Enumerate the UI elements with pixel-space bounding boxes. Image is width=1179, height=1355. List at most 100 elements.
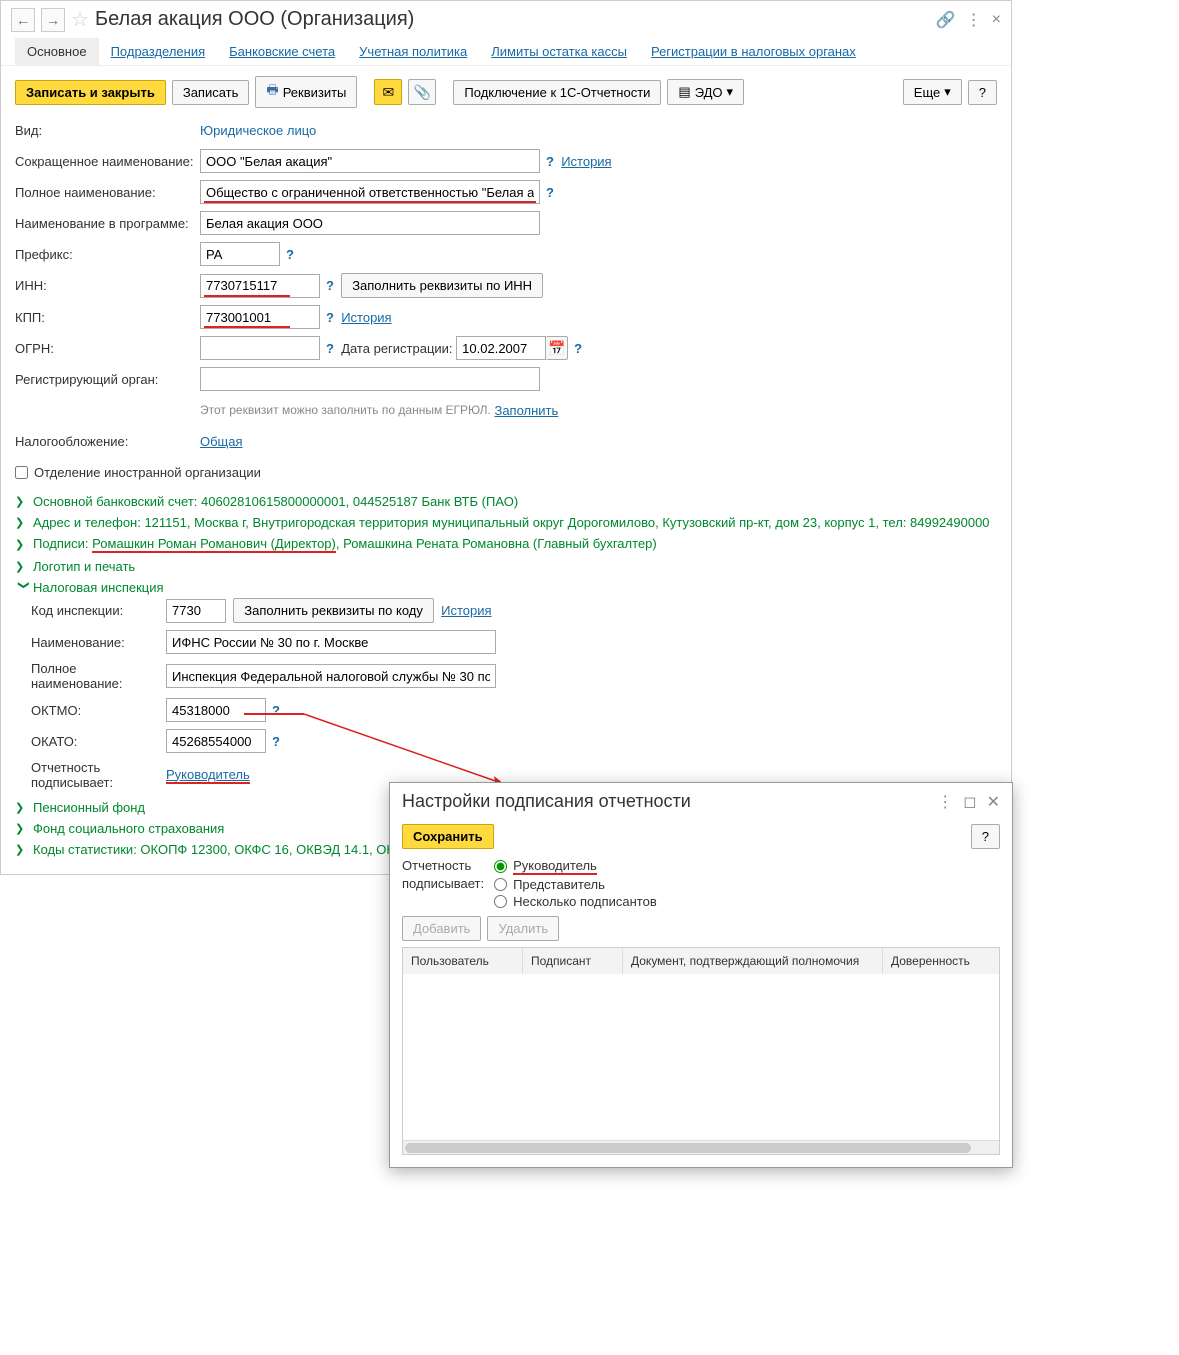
favorite-icon[interactable]: ☆ [71,7,89,32]
help-icon[interactable]: ? [546,185,554,200]
help-icon[interactable]: ? [326,341,334,356]
edo-button[interactable]: ▤ ЭДО ▾ [667,79,744,105]
tab-bank-accounts[interactable]: Банковские счета [217,38,347,65]
save-button[interactable]: Записать [172,80,250,105]
titlebar: ← → ☆ Белая акация ООО (Организация) 🔗 ⋮… [1,1,1011,38]
dialog-help-button[interactable]: ? [971,824,1000,849]
page-title: Белая акация ООО (Организация) [95,8,930,31]
help-icon[interactable]: ? [326,278,334,293]
help-icon[interactable]: ? [286,247,294,262]
reg-hint: Этот реквизит можно заполнить по данным … [200,403,491,417]
tab-cash-limits[interactable]: Лимиты остатка кассы [479,38,639,65]
prefix-label: Префикс: [15,247,200,262]
foreign-checkbox[interactable] [15,466,28,479]
okato-input[interactable] [166,729,266,753]
calendar-button[interactable]: 📅 [546,336,568,360]
history-link[interactable]: История [561,154,611,169]
help-icon[interactable]: ? [574,341,582,356]
requisites-button[interactable]: 🖶Реквизиты [255,76,357,108]
link-icon[interactable]: 🔗 [936,10,956,30]
fill-by-code-button[interactable]: Заполнить реквизиты по коду [233,598,434,623]
tax-full-label: Полное наименование: [31,661,166,691]
more-button[interactable]: Еще ▾ [903,79,962,105]
tab-accounting-policy[interactable]: Учетная политика [347,38,479,65]
tab-departments[interactable]: Подразделения [99,38,218,65]
reports-signed-by-label: Отчетность подписывает: [31,760,166,790]
horizontal-scrollbar[interactable] [403,1140,999,1154]
forward-button[interactable]: → [41,8,65,32]
tax-code-input[interactable] [166,599,226,623]
ogrn-input[interactable] [200,336,320,360]
tree-bank-account[interactable]: ❯Основной банковский счет: 4060281061580… [15,491,997,512]
chevron-right-icon: ❯ [15,822,29,835]
tab-main[interactable]: Основное [15,38,99,65]
tax-name-input[interactable] [166,630,496,654]
main-window: ← → ☆ Белая акация ООО (Организация) 🔗 ⋮… [0,0,1012,875]
reg-org-input[interactable] [200,367,540,391]
mail-button[interactable]: ✉ [374,79,402,105]
connect-1c-button[interactable]: Подключение к 1С-Отчетности [453,80,661,105]
okato-label: ОКАТО: [31,734,166,749]
tax-value-link[interactable]: Общая [200,434,243,449]
tax-full-input[interactable] [166,664,496,688]
reg-date-input[interactable] [456,336,546,360]
tab-tax-registrations[interactable]: Регистрации в налоговых органах [639,38,868,65]
col-proxy[interactable]: Доверенность [883,948,999,974]
attach-button[interactable]: 📎 [408,79,436,105]
full-name-label: Полное наименование: [15,185,200,200]
ogrn-label: ОГРН: [15,341,200,356]
tax-label: Налогообложение: [15,434,200,449]
tree-address[interactable]: ❯Адрес и телефон: 121151, Москва г, Внут… [15,512,997,533]
tax-name-label: Наименование: [31,635,166,650]
maximize-icon[interactable]: ◻ [963,792,976,812]
prog-name-label: Наименование в программе: [15,216,200,231]
col-user[interactable]: Пользователь [403,948,523,974]
help-icon[interactable]: ? [272,734,280,749]
radio-multiple[interactable] [494,895,507,908]
help-button[interactable]: ? [968,80,997,105]
radio-leader[interactable] [494,860,507,873]
chevron-down-icon: ▾ [944,84,951,100]
more-icon[interactable]: ⋮ [966,10,982,30]
tree-logo[interactable]: ❯Логотип и печать [15,556,997,577]
help-icon[interactable]: ? [546,154,554,169]
help-icon[interactable]: ? [272,703,280,718]
form: Вид: Юридическое лицо Сокращенное наимен… [1,118,1011,874]
chevron-right-icon: ❯ [15,538,29,551]
radio-representative[interactable] [494,878,507,891]
chevron-right-icon: ❯ [15,560,29,573]
fill-by-inn-button[interactable]: Заполнить реквизиты по ИНН [341,273,543,298]
kind-value: Юридическое лицо [200,123,316,138]
save-close-button[interactable]: Записать и закрыть [15,80,166,105]
close-icon[interactable]: × [992,11,1001,29]
chevron-down-icon: ▾ [727,84,734,100]
prog-name-input[interactable] [200,211,540,235]
foreign-label: Отделение иностранной организации [34,465,261,480]
help-icon[interactable]: ? [326,310,334,325]
fill-link[interactable]: Заполнить [494,403,558,418]
signers-table: Пользователь Подписант Документ, подтвер… [402,947,1000,1155]
close-icon[interactable]: ✕ [987,792,1000,812]
tree-tax-inspection[interactable]: ❯Налоговая инспекция [15,577,997,598]
history-link[interactable]: История [341,310,391,325]
edo-icon: ▤ [678,84,690,100]
reports-signed-by-link[interactable]: Руководитель [166,767,250,784]
col-document[interactable]: Документ, подтверждающий полномочия [623,948,883,974]
back-button[interactable]: ← [11,8,35,32]
dialog-sign-label: Отчетность [402,857,484,875]
tree-signatures[interactable]: ❯Подписи: Ромашкин Роман Романович (Дире… [15,533,997,556]
delete-button[interactable]: Удалить [487,916,559,941]
col-signer[interactable]: Подписант [523,948,623,974]
more-icon[interactable]: ⋮ [937,792,953,812]
short-name-input[interactable] [200,149,540,173]
dialog-title: Настройки подписания отчетности [402,791,691,812]
tax-code-label: Код инспекции: [31,603,166,618]
dialog-save-button[interactable]: Сохранить [402,824,494,849]
inn-label: ИНН: [15,278,200,293]
add-button[interactable]: Добавить [402,916,481,941]
oktmo-input[interactable] [166,698,266,722]
history-link[interactable]: История [441,603,491,618]
prefix-input[interactable] [200,242,280,266]
reg-date-label: Дата регистрации: [341,341,452,356]
short-name-label: Сокращенное наименование: [15,154,200,169]
